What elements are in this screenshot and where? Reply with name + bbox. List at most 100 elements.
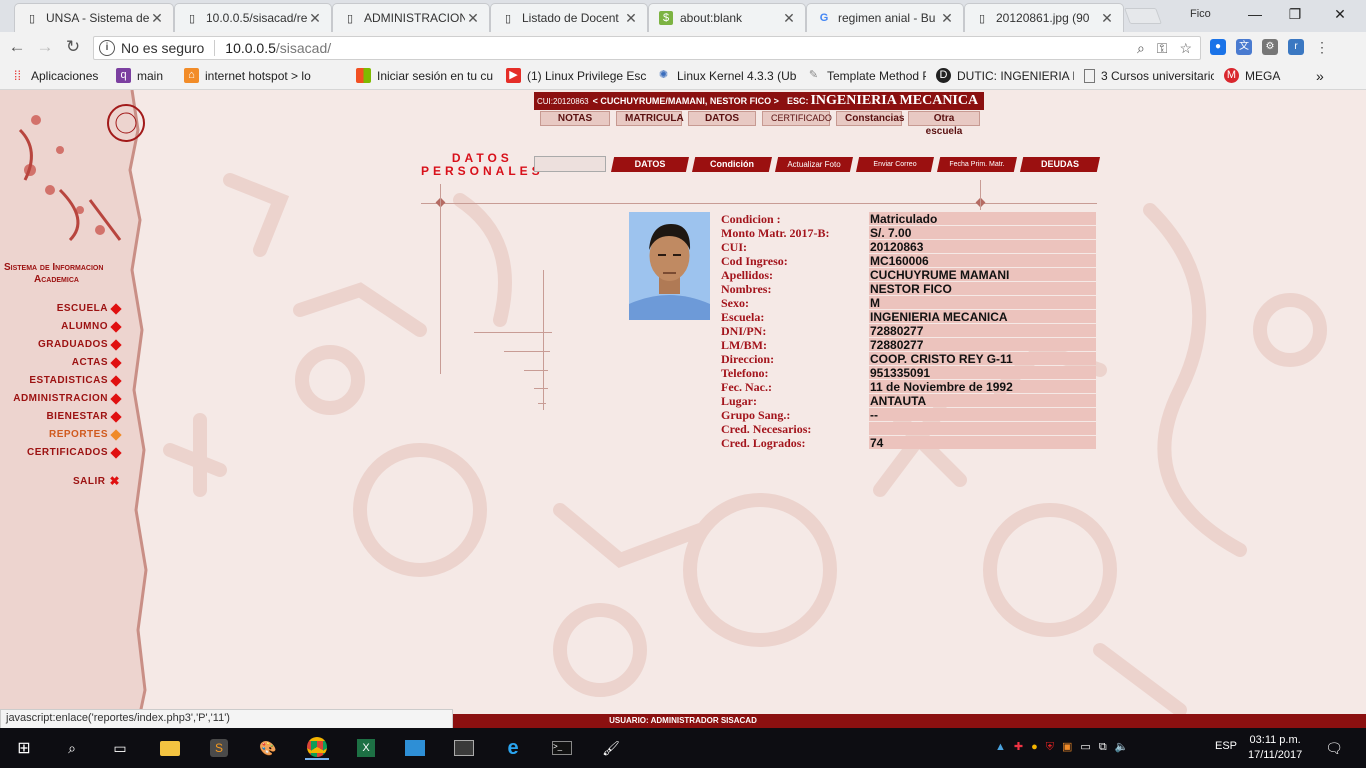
shield-icon[interactable]: ✚ (1014, 741, 1031, 753)
translate-icon[interactable]: 文 (1236, 39, 1252, 55)
subnav-enviar-correo[interactable]: Enviar Correo (856, 157, 934, 172)
field-row: Fec. Nac.: 11 de Noviembre de 1992 (721, 380, 1096, 394)
diamond-icon (110, 410, 122, 423)
forward-arrow-icon[interactable]: → (34, 37, 56, 57)
bookmark-hotspot[interactable]: ⌂ internet hotspot > lo (184, 68, 346, 83)
tab-title: ADMINISTRACION (364, 11, 465, 25)
palette-icon[interactable]: 🖌 (599, 736, 623, 760)
minimize-icon[interactable]: — (1240, 6, 1270, 22)
microphone-icon[interactable]: ● (1210, 39, 1226, 55)
language-indicator[interactable]: ESP (1215, 740, 1237, 752)
file-explorer-icon[interactable] (158, 736, 182, 760)
bookmark-cursos[interactable]: 3 Cursos universitaric (1084, 68, 1214, 83)
sublime-text-icon[interactable]: S (207, 736, 231, 760)
menu-label: SALIR (72, 475, 106, 487)
address-bar[interactable]: i No es seguro 10.0.0.5 /sisacad/ ⌕ ⚿ ☆ (93, 36, 1201, 60)
tab-4[interactable]: $ about:blank ✕ (648, 3, 806, 32)
extension-icon[interactable]: ⚙ (1262, 39, 1278, 55)
menu-reportes[interactable]: REPORTES (49, 428, 122, 441)
subnav-actualizar-foto[interactable]: Actualizar Foto (775, 157, 853, 172)
security-tray-icon[interactable]: ⛨ (1046, 741, 1062, 753)
subnav-deudas[interactable]: DEUDAS (1020, 157, 1100, 172)
menu-bienestar[interactable]: BIENESTAR (46, 410, 122, 423)
nav-otra-escuela[interactable]: Otra escuela (908, 111, 980, 137)
bookmark-main[interactable]: q main (116, 68, 174, 83)
remote-desktop-icon[interactable] (403, 736, 427, 760)
extension-r-icon[interactable]: r (1288, 39, 1304, 55)
chrome-icon[interactable] (305, 736, 329, 760)
zoom-search-icon[interactable]: ⌕ (1137, 40, 1145, 57)
field-value: 72880277 (869, 338, 1096, 352)
nav-constancias[interactable]: Constancias (836, 111, 904, 126)
excel-icon[interactable]: X (354, 736, 378, 760)
bookmark-iniciar-sesion[interactable]: Iniciar sesión en tu cu (356, 68, 496, 83)
menu-actas[interactable]: ACTAS (72, 356, 122, 369)
bookmark-template-method[interactable]: ✎ Template Method Pat (806, 68, 926, 83)
tab-3[interactable]: ▯ Listado de Docent ✕ (490, 3, 648, 32)
close-icon[interactable]: ✕ (465, 10, 481, 27)
info-icon[interactable]: i (99, 40, 115, 56)
back-arrow-icon[interactable]: ← (6, 37, 28, 57)
diamond-icon (110, 338, 122, 351)
paint-icon[interactable]: 🎨 (256, 736, 280, 760)
field-label: Sexo: (721, 296, 749, 310)
subnav-condicion[interactable]: Condición (692, 157, 772, 172)
atom-icon: ✺ (658, 69, 669, 81)
search-icon[interactable]: ⌕ (60, 736, 84, 760)
internet-explorer-icon[interactable]: e (501, 736, 525, 760)
field-label: Monto Matr. 2017-B: (721, 226, 830, 240)
menu-escuela[interactable]: ESCUELA (57, 302, 122, 315)
tab-6[interactable]: ▯ 20120861.jpg (90 ✕ (964, 3, 1124, 32)
close-icon[interactable]: ✕ (781, 10, 797, 27)
nav-notas[interactable]: NOTAS (540, 111, 610, 126)
subnav-datos[interactable]: DATOS (611, 157, 689, 172)
drive-icon[interactable]: ▲ (995, 741, 1014, 753)
profile-name[interactable]: Fico (1190, 8, 1211, 20)
nav-matricula[interactable]: MATRICULA (616, 111, 684, 126)
tab-1[interactable]: ▯ 10.0.0.5/sisacad/re ✕ (174, 3, 332, 32)
bookmark-mega[interactable]: M MEGA (1224, 68, 1294, 83)
notifications-icon[interactable]: 🗨 (1322, 736, 1346, 760)
close-window-icon[interactable]: ✕ (1325, 6, 1355, 23)
menu-alumno[interactable]: ALUMNO (61, 320, 122, 333)
new-tab-button[interactable] (1124, 8, 1162, 24)
close-icon[interactable]: ✕ (623, 10, 639, 27)
bookmark-dutic[interactable]: D DUTIC: INGENIERIA M (936, 68, 1074, 83)
menu-salir[interactable]: SALIR ✖ (73, 474, 120, 488)
diamond-icon (110, 446, 122, 459)
star-icon[interactable]: ☆ (1179, 40, 1192, 57)
chrome-tray-icon[interactable]: ● (1031, 741, 1046, 753)
menu-estadisticas[interactable]: ESTADISTICAS (29, 374, 122, 387)
close-icon[interactable]: ✕ (1099, 10, 1115, 27)
close-icon[interactable]: ✕ (307, 10, 323, 27)
bookmark-linux-kernel[interactable]: ✺ Linux Kernel 4.3.3 (Ub (656, 68, 796, 83)
subnav-fecha-prim-matr[interactable]: Fecha Prim. Matr. (937, 157, 1017, 172)
key-icon[interactable]: ⚿ (1157, 40, 1168, 57)
close-icon[interactable]: ✕ (149, 10, 165, 27)
nav-certificado[interactable]: CERTIFICADO (762, 111, 832, 126)
url-path: /sisacad/ (275, 40, 332, 56)
menu-administracion[interactable]: ADMINISTRACION (13, 392, 122, 405)
bookmarks-overflow-icon[interactable]: » (1316, 68, 1324, 84)
speaker-mute-icon[interactable]: 🔈 (1115, 741, 1137, 753)
tab-5[interactable]: G regimen anial - Bu ✕ (806, 3, 964, 32)
clock[interactable]: 03:11 p.m. 17/11/2017 (1248, 733, 1302, 763)
bookmark-linux-privilege[interactable]: ▶ (1) Linux Privilege Esc (506, 68, 646, 83)
menu-graduados[interactable]: GRADUADOS (38, 338, 122, 351)
app-window-icon[interactable] (452, 736, 476, 760)
bookmark-aplicaciones[interactable]: ⁞⁞ Aplicaciones (10, 68, 106, 83)
terminal-icon[interactable]: >_ (550, 736, 574, 760)
windows-start-icon[interactable]: ⊞ (12, 736, 36, 760)
tab-2[interactable]: ▯ ADMINISTRACION ✕ (332, 3, 490, 32)
usb-icon[interactable]: ▭ (1080, 741, 1098, 753)
tab-0[interactable]: ▯ UNSA - Sistema de ✕ (14, 3, 174, 32)
restore-icon[interactable]: ❐ (1280, 6, 1310, 23)
app-tray-icon[interactable]: ▣ (1062, 741, 1080, 753)
nav-datos[interactable]: DATOS (688, 111, 756, 126)
task-view-icon[interactable]: ▭ (108, 736, 132, 760)
close-icon[interactable]: ✕ (939, 10, 955, 27)
menu-certificados[interactable]: CERTIFICADOS (27, 446, 122, 459)
menu-dots-icon[interactable]: ⋮ (1314, 39, 1330, 55)
network-icon[interactable]: ⧉ (1099, 741, 1115, 753)
reload-icon[interactable]: ↻ (62, 37, 84, 57)
